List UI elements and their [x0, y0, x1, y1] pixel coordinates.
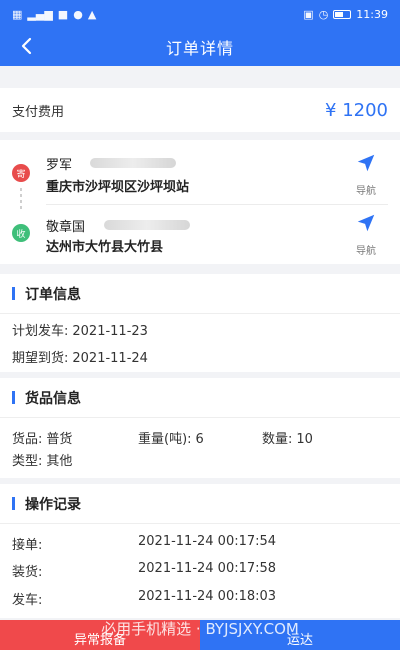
signal-icon: ▂▄▆: [27, 7, 53, 21]
goods-info-header: 货品信息: [0, 378, 400, 418]
log-depart-time: 2021-11-24 00:18:03: [138, 589, 277, 604]
type-value: 其他: [46, 454, 73, 469]
status-left: ▦ ▂▄▆ ■ ● ▲: [12, 9, 96, 20]
fee-row: 支付费用 ¥ 1200: [0, 88, 400, 132]
operation-log-section: 操作记录 接单: 2021-11-24 00:17:54 装货: 2021-11…: [0, 484, 400, 618]
nav-bar: 订单详情: [0, 28, 400, 66]
expect-arrive-value: 2021-11-24: [72, 351, 148, 366]
quantity-value: 10: [296, 432, 313, 447]
sender-navigate-button[interactable]: 导航: [348, 152, 384, 197]
receiver-address: 达州市大竹县大竹县: [46, 240, 164, 255]
back-button[interactable]: [14, 34, 38, 58]
bottom-action-bar: 异常报备 运达: [0, 620, 400, 650]
status-time: 11:39: [356, 7, 388, 21]
goods-info-section: 货品信息 货品: 普货 重量(吨): 6 数量: 10 类型: 其他: [0, 378, 400, 478]
log-depart-label: 发车:: [12, 593, 43, 608]
goods-info-title: 货品信息: [25, 390, 81, 407]
notification-dot-icon: ●: [73, 7, 83, 21]
navigation-arrow-icon: [357, 214, 375, 232]
section-accent-bar: [12, 287, 15, 300]
log-load-label: 装货:: [12, 565, 43, 580]
status-bar: ▦ ▂▄▆ ■ ● ▲ ▣ ◷ 11:39: [0, 0, 400, 28]
route-connector: [20, 188, 22, 212]
quantity-row: 数量: 10: [262, 428, 313, 447]
operation-log-title: 操作记录: [25, 496, 81, 513]
receiver-navigate-button[interactable]: 导航: [348, 212, 384, 257]
navigation-arrow-icon: [357, 154, 375, 172]
page-title: 订单详情: [165, 39, 234, 58]
notification-bell-icon: ▲: [87, 7, 97, 21]
plan-depart-row: 计划发车: 2021-11-23: [12, 320, 148, 339]
type-row: 类型: 其他: [12, 450, 72, 469]
receiver-name: 敬章国: [46, 220, 86, 235]
log-accept-time: 2021-11-24 00:17:54: [138, 534, 277, 549]
alarm-icon: ◷: [318, 7, 329, 21]
expect-arrive-row: 期望到货: 2021-11-24: [12, 347, 148, 366]
sender-name: 罗军: [46, 158, 73, 173]
sender-address: 重庆市沙坪坝区沙坪坝站: [46, 180, 190, 195]
arrive-button[interactable]: 运达: [200, 620, 400, 650]
abnormal-report-button[interactable]: 异常报备: [0, 620, 200, 650]
quantity-label: 数量:: [262, 432, 293, 447]
fee-label: 支付费用: [12, 104, 65, 120]
sender-phone-redacted: [90, 158, 176, 168]
sender-stop: 寄 罗军 重庆市沙坪坝区沙坪坝站 导航: [0, 146, 400, 204]
section-accent-bar: [12, 497, 15, 510]
sim-icon: ▦: [12, 7, 23, 21]
expect-arrive-label: 期望到货:: [12, 351, 69, 366]
vibrate-icon: ▣: [303, 7, 314, 21]
goods-value: 普货: [46, 432, 73, 447]
sender-badge: 寄: [12, 164, 30, 182]
operation-log-header: 操作记录: [0, 484, 400, 524]
weight-label: 重量(吨):: [138, 432, 192, 447]
order-info-header: 订单信息: [0, 274, 400, 314]
receiver-stop: 收 敬章国 达州市大竹县大竹县 导航: [0, 210, 400, 268]
log-accept-label: 接单:: [12, 538, 43, 553]
receiver-badge: 收: [12, 224, 30, 242]
log-load-time: 2021-11-24 00:17:58: [138, 561, 277, 576]
app-icon: ■: [57, 7, 69, 21]
plan-depart-label: 计划发车:: [12, 324, 69, 339]
route-divider: [46, 204, 388, 205]
fee-amount: ¥ 1200: [325, 99, 388, 121]
goods-row: 货品: 普货: [12, 428, 72, 447]
sender-navigate-label: 导航: [356, 186, 376, 197]
route-card: 寄 罗军 重庆市沙坪坝区沙坪坝站 导航 收 敬章国 达州市大竹县大竹县 导航: [0, 140, 400, 264]
section-accent-bar: [12, 391, 15, 404]
plan-depart-value: 2021-11-23: [72, 324, 148, 339]
chevron-left-icon: [21, 37, 32, 55]
receiver-phone-redacted: [104, 220, 190, 230]
status-right: ▣ ◷ 11:39: [303, 8, 388, 21]
weight-row: 重量(吨): 6: [138, 428, 204, 447]
order-info-title: 订单信息: [25, 286, 81, 303]
order-info-section: 订单信息 计划发车: 2021-11-23 期望到货: 2021-11-24: [0, 274, 400, 372]
receiver-navigate-label: 导航: [356, 246, 376, 257]
weight-value: 6: [195, 432, 204, 447]
battery-icon: [333, 9, 352, 19]
goods-label: 货品:: [12, 432, 43, 447]
type-label: 类型:: [12, 454, 43, 469]
